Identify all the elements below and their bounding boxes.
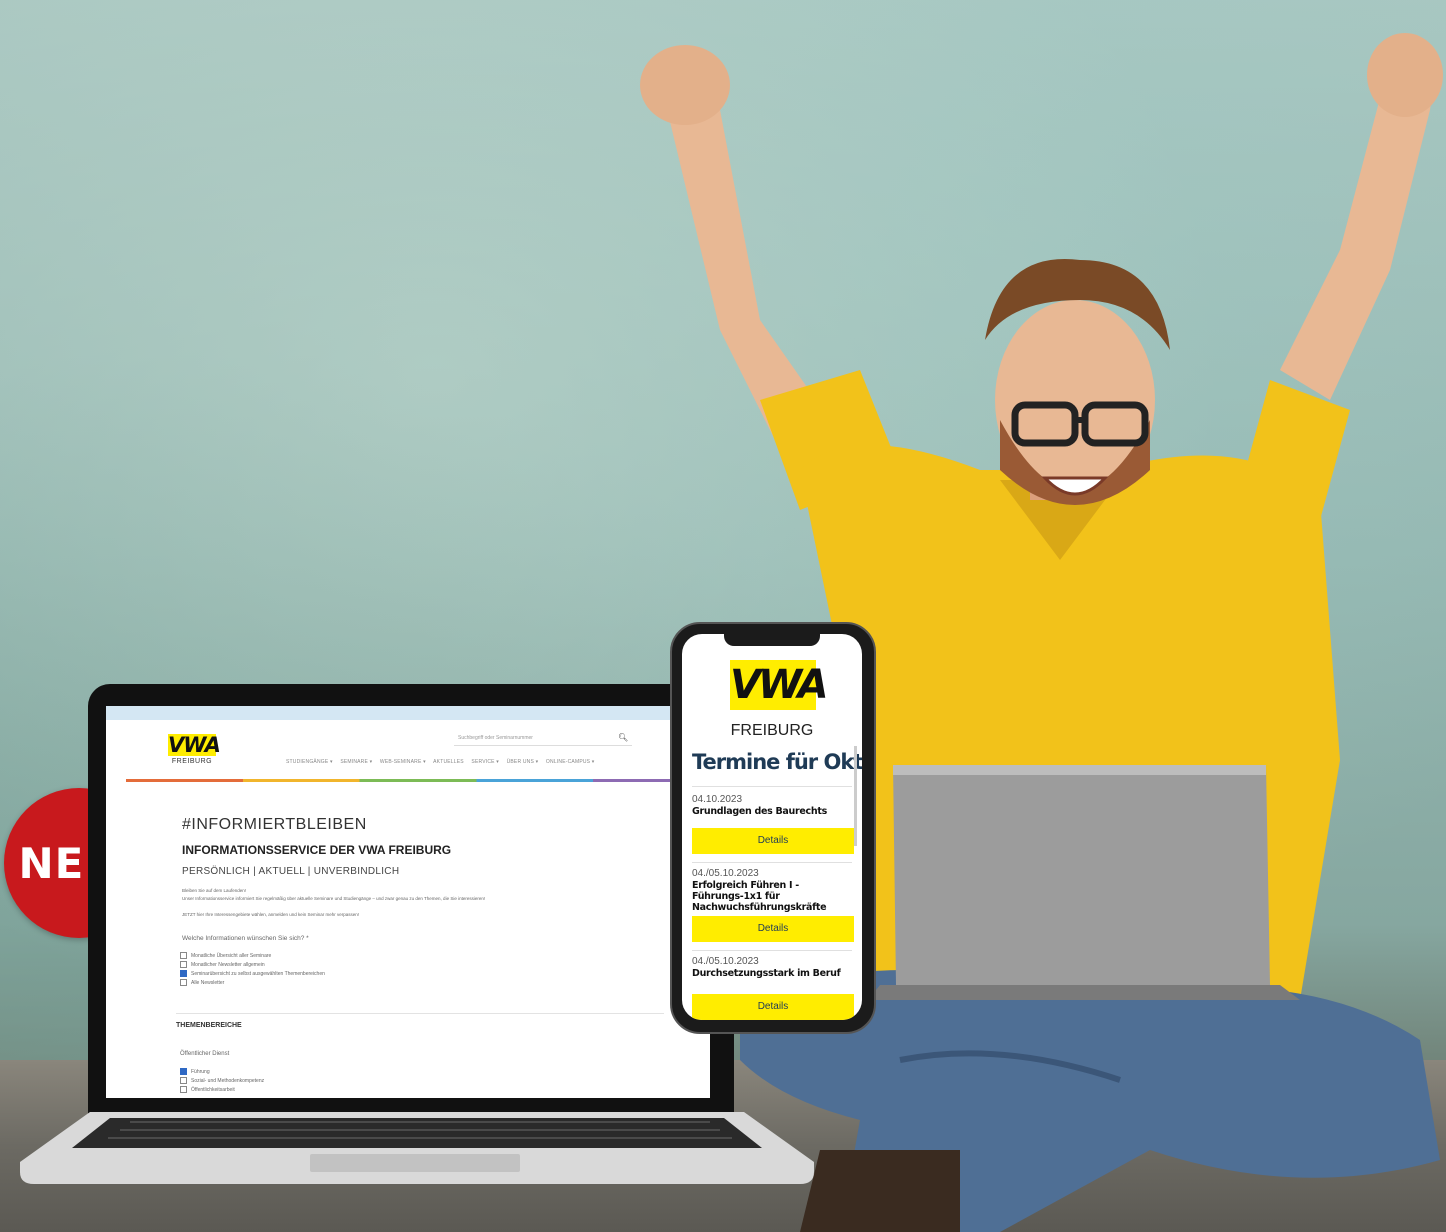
site-logo[interactable]: VWA FREIBURG bbox=[168, 733, 221, 765]
intro-line-3: JETZT hier Ihre Interessengebiete wählen… bbox=[182, 912, 360, 917]
nav-item-online-campus[interactable]: ONLINE-CAMPUS ▾ bbox=[546, 759, 595, 765]
phone-notch bbox=[724, 632, 820, 646]
checkbox-unchecked-icon[interactable] bbox=[180, 961, 187, 968]
search-icon[interactable]: 🔍︎ bbox=[618, 733, 628, 742]
event-details-button[interactable]: Details bbox=[692, 994, 854, 1020]
phone-website-screen: VWA FREIBURG Termine für Oktober 04.10.2… bbox=[682, 634, 862, 1020]
page-subtitle: PERSÖNLICH | AKTUELL | UNVERBINDLICH bbox=[182, 866, 400, 877]
option-checkbox[interactable]: Alle Newsletter bbox=[180, 979, 224, 986]
event-divider bbox=[692, 862, 852, 863]
page-title: INFORMATIONSSERVICE DER VWA FREIBURG bbox=[182, 843, 452, 857]
phone-page-title: Termine für Oktober bbox=[692, 750, 862, 774]
event-title: Grundlagen des Baurechts bbox=[692, 806, 827, 817]
nav-item-service[interactable]: SERVICE ▾ bbox=[471, 759, 499, 765]
option-checkbox[interactable]: Monatliche Übersicht aller Seminare bbox=[180, 952, 271, 959]
event-details-button[interactable]: Details bbox=[692, 916, 854, 942]
event-divider bbox=[692, 950, 852, 951]
option-checkbox[interactable]: Seminarübersicht zu selbst ausgewählten … bbox=[180, 970, 325, 977]
event-date: 04./05.10.2023 bbox=[692, 868, 759, 879]
option-checkbox[interactable]: Monatlicher Newsletter allgemein bbox=[180, 961, 265, 968]
form-question: Welche Informationen wünschen Sie sich? … bbox=[182, 935, 309, 942]
laptop-keyboard-base bbox=[20, 1112, 814, 1184]
page-hashtag: #INFORMIERTBLEIBEN bbox=[182, 816, 367, 833]
event-title: Durchsetzungsstark im Beruf bbox=[692, 968, 841, 979]
intro-line-1: Bleiben Sie auf dem Laufenden! bbox=[182, 888, 247, 893]
nav-item-studiengaenge[interactable]: STUDIENGÄNGE ▾ bbox=[286, 759, 333, 765]
event-date: 04./05.10.2023 bbox=[692, 956, 759, 967]
nav-color-bar bbox=[126, 779, 710, 782]
site-top-bar bbox=[106, 706, 710, 720]
topic-checkbox[interactable]: Führung bbox=[180, 1068, 210, 1075]
laptop-website-screen: VWA FREIBURG Suchbegriff oder Seminarnum… bbox=[106, 706, 710, 1098]
phone-logo-mark[interactable]: VWA bbox=[730, 660, 829, 710]
event-divider bbox=[692, 786, 852, 787]
section-title: THEMENBEREICHE bbox=[176, 1022, 242, 1029]
phone-scrollbar[interactable] bbox=[854, 746, 857, 846]
checkbox-unchecked-icon[interactable] bbox=[180, 952, 187, 959]
topic-checkbox[interactable]: Sozial- und Methodenkompetenz bbox=[180, 1077, 264, 1084]
topic-group-title: Öffentlicher Dienst bbox=[180, 1051, 230, 1057]
search-input[interactable]: Suchbegriff oder Seminarnummer bbox=[454, 732, 632, 746]
phone-logo-city: FREIBURG bbox=[730, 722, 814, 739]
event-date: 04.10.2023 bbox=[692, 794, 743, 805]
checkbox-unchecked-icon[interactable] bbox=[180, 1086, 187, 1093]
nav-item-ueber-uns[interactable]: ÜBER UNS ▾ bbox=[507, 759, 539, 765]
event-details-button[interactable]: Details bbox=[692, 828, 854, 854]
intro-line-2: Unser Informationsservice informiert Sie… bbox=[182, 896, 486, 901]
event-title: Erfolgreich Führen I - Führungs-1x1 für … bbox=[692, 880, 827, 913]
main-navigation: STUDIENGÄNGE ▾ SEMINARE ▾ WEB-SEMINARE ▾… bbox=[286, 759, 601, 765]
checkbox-unchecked-icon[interactable] bbox=[180, 979, 187, 986]
nav-item-web-seminare[interactable]: WEB-SEMINARE ▾ bbox=[380, 759, 426, 765]
vwa-logo-mark: VWA bbox=[168, 733, 221, 757]
vwa-logo-city: FREIBURG bbox=[171, 758, 213, 765]
checkbox-checked-icon[interactable] bbox=[180, 1068, 187, 1075]
section-divider bbox=[176, 1013, 664, 1014]
nav-item-aktuelles[interactable]: AKTUELLES bbox=[433, 759, 464, 765]
nav-item-seminare[interactable]: SEMINARE ▾ bbox=[340, 759, 372, 765]
checkbox-unchecked-icon[interactable] bbox=[180, 1077, 187, 1084]
checkbox-checked-icon[interactable] bbox=[180, 970, 187, 977]
topic-checkbox[interactable]: Öffentlichkeitsarbeit bbox=[180, 1086, 235, 1093]
